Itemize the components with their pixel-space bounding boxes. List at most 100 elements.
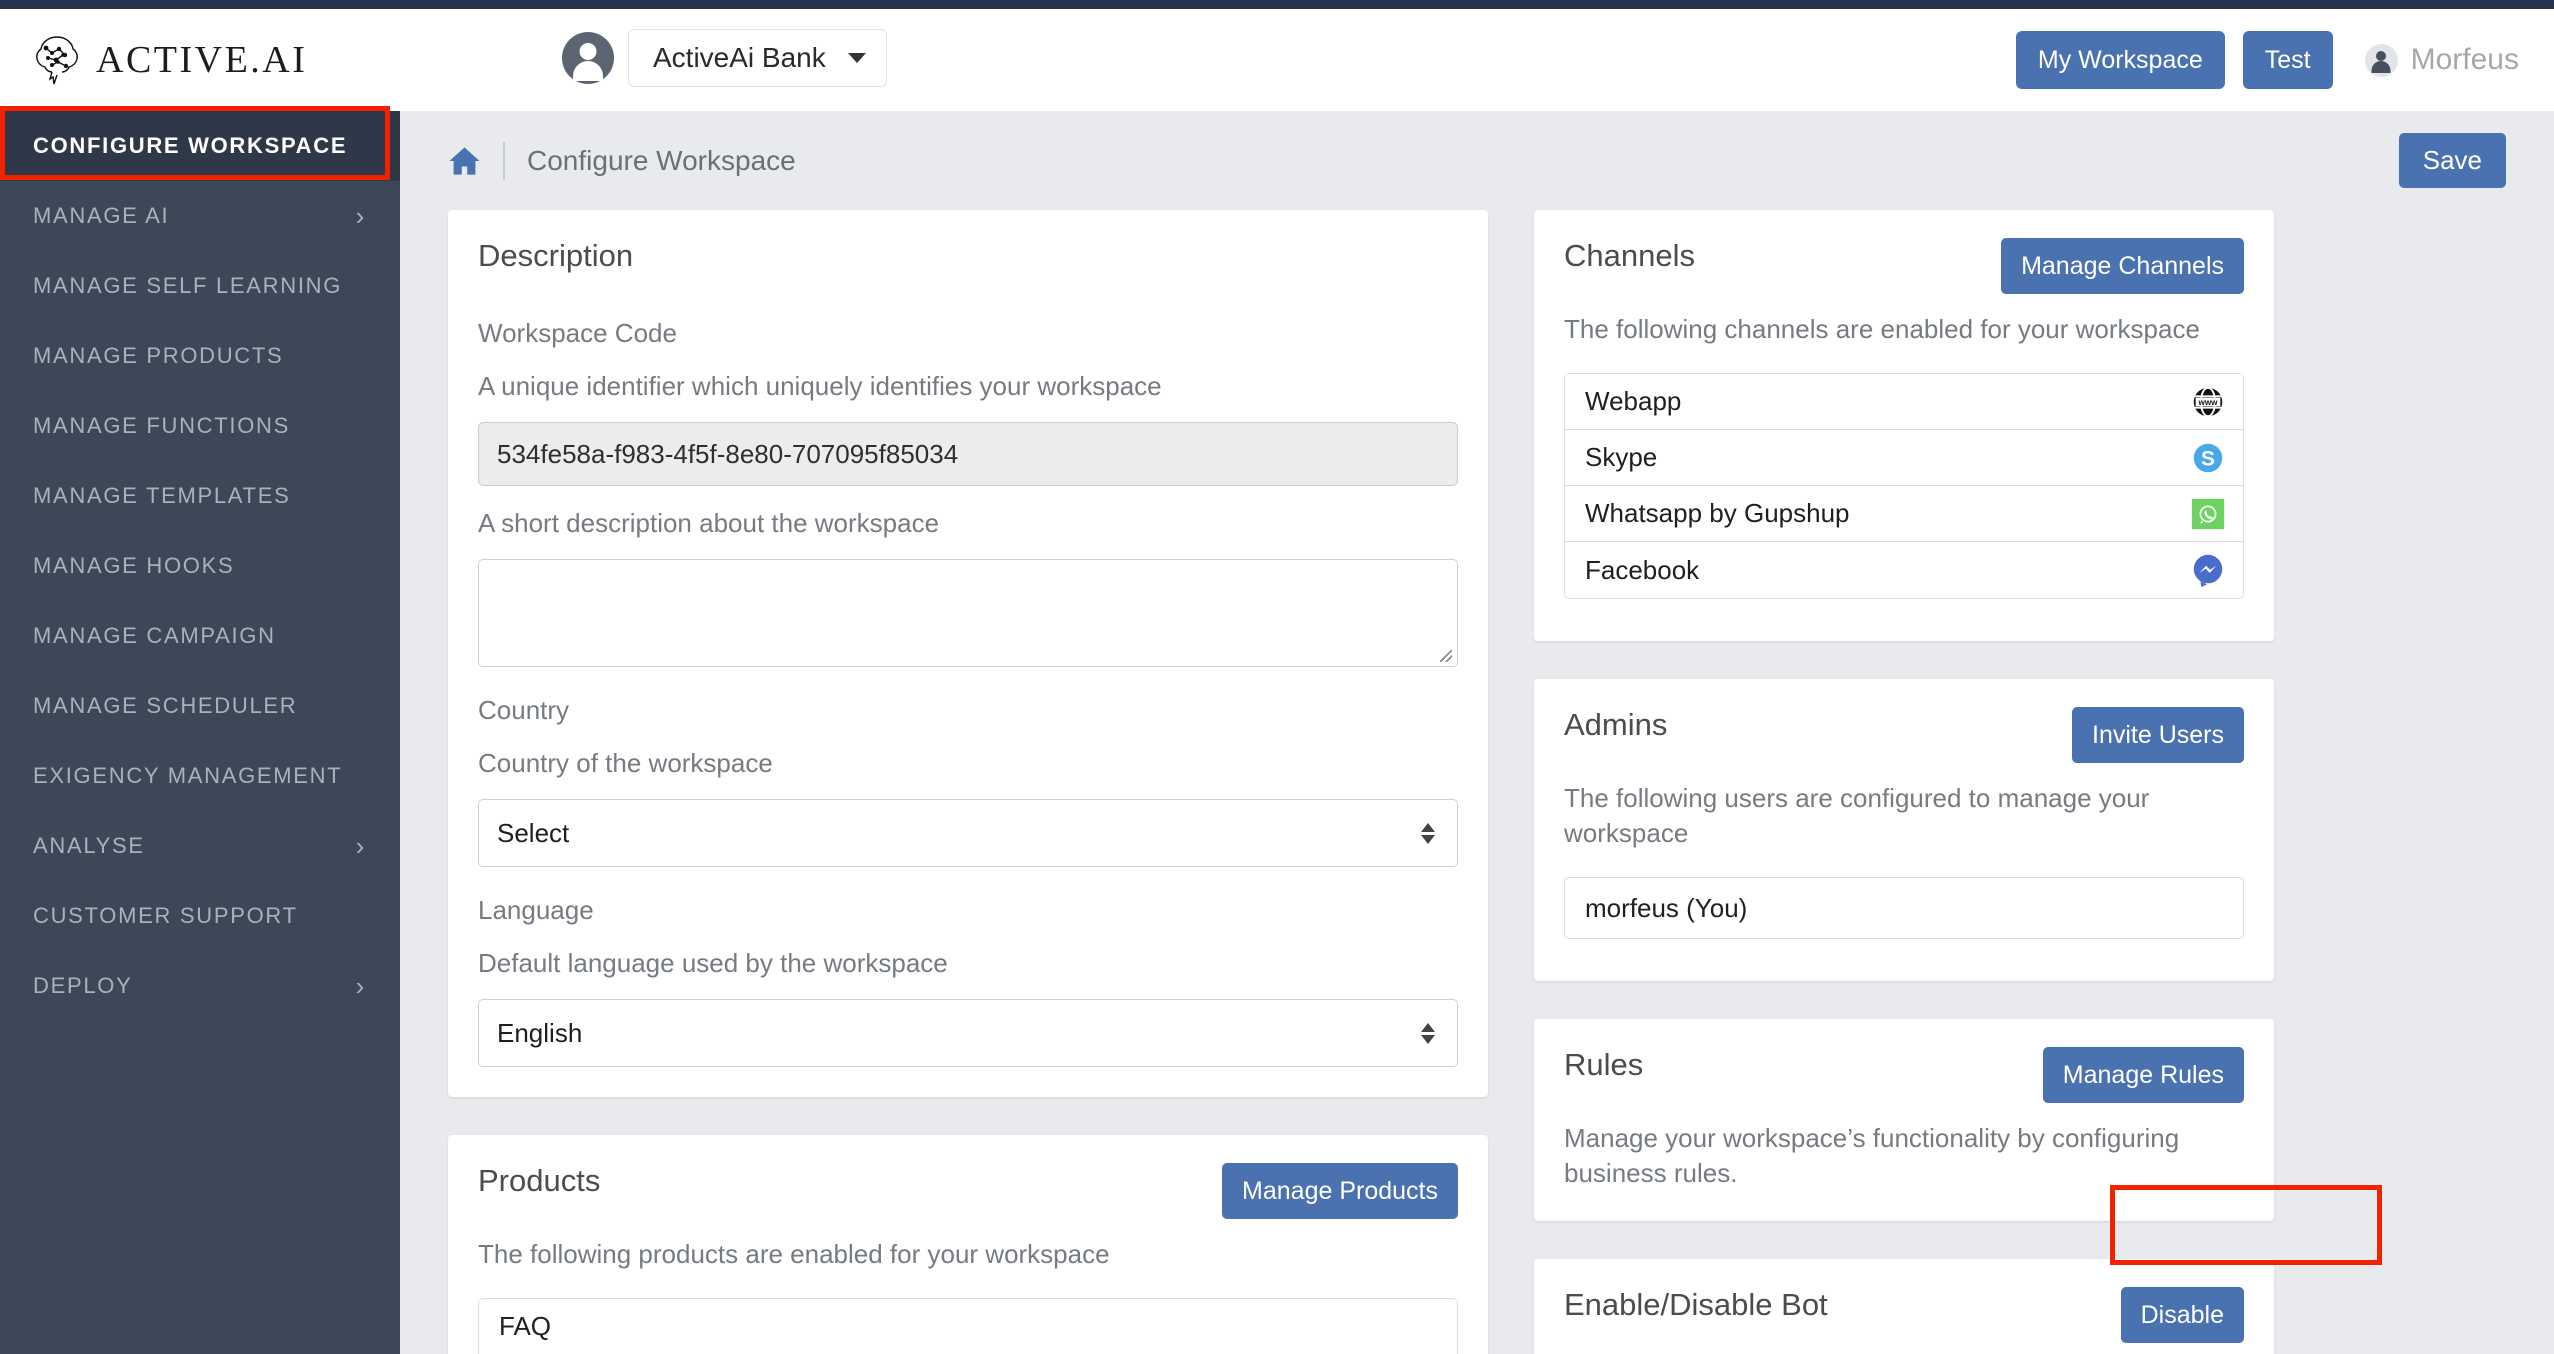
- sidebar-item-customer-support[interactable]: CUSTOMER SUPPORT: [0, 881, 400, 951]
- sidebar-item-label: MANAGE SCHEDULER: [33, 693, 298, 718]
- sidebar-item-manage-campaign[interactable]: MANAGE CAMPAIGN: [0, 601, 400, 671]
- channels-card-header: Channels Manage Channels: [1564, 238, 2244, 294]
- sidebar-item-configure-workspace[interactable]: CONFIGURE WORKSPACE: [0, 111, 400, 181]
- admins-card: Admins Invite Users The following users …: [1534, 679, 2274, 982]
- breadcrumb-separator: [503, 141, 505, 180]
- user-name-label: Morfeus: [2410, 43, 2519, 76]
- manage-rules-button[interactable]: Manage Rules: [2042, 1047, 2244, 1104]
- sidebar-item-label: MANAGE HOOKS: [33, 553, 235, 578]
- test-button[interactable]: Test: [2242, 31, 2333, 89]
- workspace-selector[interactable]: ActiveAi Bank: [562, 29, 887, 87]
- list-item[interactable]: Skype S: [1565, 430, 2243, 487]
- list-item[interactable]: FAQ: [479, 1299, 1457, 1354]
- save-button[interactable]: Save: [2398, 133, 2506, 188]
- sidebar-item-label: ANALYSE: [33, 833, 145, 858]
- country-select-value: Select: [497, 817, 570, 848]
- rules-card-subtitle: Manage your workspace’s functionality by…: [1564, 1123, 2180, 1189]
- bot-card-header: Enable/Disable Bot Disable: [1564, 1287, 2244, 1344]
- manage-products-button[interactable]: Manage Products: [1222, 1163, 1458, 1219]
- list-item[interactable]: Whatsapp by Gupshup: [1565, 486, 2243, 543]
- chevron-down-icon: [847, 53, 866, 63]
- sidebar-item-manage-self-learning[interactable]: MANAGE SELF LEARNING: [0, 251, 400, 321]
- sidebar-item-label: MANAGE AI: [33, 203, 170, 228]
- short-description-textarea[interactable]: [478, 559, 1458, 667]
- sidebar-item-manage-hooks[interactable]: MANAGE HOOKS: [0, 531, 400, 601]
- channel-label: Whatsapp by Gupshup: [1585, 498, 1850, 529]
- country-label: Country: [478, 695, 570, 725]
- admins-card-subtitle: The following users are configured to ma…: [1564, 783, 2150, 849]
- chevron-right-icon: ›: [355, 201, 366, 231]
- svg-text:www: www: [2197, 398, 2218, 407]
- whatsapp-icon: [2191, 498, 2225, 529]
- header-actions: My Workspace Test Morfeus: [2015, 31, 2519, 89]
- sidebar-item-label: CUSTOMER SUPPORT: [33, 903, 298, 928]
- spinner-arrows-icon: [1421, 1022, 1435, 1044]
- top-accent-strip: [0, 0, 2554, 9]
- bot-card-title: Enable/Disable Bot: [1564, 1287, 1828, 1323]
- svg-text:S: S: [2201, 447, 2215, 470]
- disable-bot-button[interactable]: Disable: [2120, 1287, 2244, 1344]
- list-item[interactable]: Webapp www: [1565, 374, 2243, 431]
- sidebar-item-manage-scheduler[interactable]: MANAGE SCHEDULER: [0, 671, 400, 741]
- my-workspace-button[interactable]: My Workspace: [2015, 31, 2225, 89]
- user-menu[interactable]: Morfeus: [2364, 43, 2519, 77]
- user-avatar-icon: [2364, 43, 2398, 77]
- sidebar-item-label: EXIGENCY MANAGEMENT: [33, 763, 343, 788]
- sidebar-item-label: DEPLOY: [33, 973, 133, 998]
- chevron-right-icon: ›: [355, 831, 366, 861]
- sidebar-item-label: MANAGE CAMPAIGN: [33, 623, 276, 648]
- language-select[interactable]: English: [478, 999, 1458, 1067]
- products-card-header: Products Manage Products: [478, 1163, 1458, 1219]
- channel-label: Webapp: [1585, 386, 1682, 417]
- chevron-right-icon: ›: [355, 971, 366, 1001]
- description-card-header: Description: [478, 238, 1458, 290]
- right-column: Channels Manage Channels The following c…: [1534, 210, 2274, 1354]
- language-hint: Default language used by the workspace: [478, 948, 948, 978]
- brain-logo-icon: [36, 36, 78, 85]
- rules-card-header: Rules Manage Rules: [1564, 1047, 2244, 1104]
- description-card: Description Workspace Code A unique iden…: [448, 210, 1488, 1097]
- breadcrumb-current: Configure Workspace: [527, 144, 796, 176]
- brand: ACTIVE.AI: [34, 34, 307, 86]
- breadcrumb-bar: Configure Workspace Save: [400, 111, 2554, 188]
- sidebar-item-analyse[interactable]: ANALYSE ›: [0, 811, 400, 881]
- country-select[interactable]: Select: [478, 799, 1458, 867]
- sidebar-item-manage-templates[interactable]: MANAGE TEMPLATES: [0, 461, 400, 531]
- admins-card-header: Admins Invite Users: [1564, 707, 2244, 764]
- brand-name: ACTIVE.AI: [96, 39, 308, 81]
- channels-card-subtitle: The following channels are enabled for y…: [1564, 314, 2200, 344]
- invite-users-button[interactable]: Invite Users: [2072, 707, 2244, 764]
- workspace-avatar: [562, 32, 614, 84]
- breadcrumb: Configure Workspace: [448, 141, 796, 180]
- short-description-hint: A short description about the workspace: [478, 508, 940, 538]
- workspace-code-hint: A unique identifier which uniquely ident…: [478, 371, 1162, 401]
- products-list: FAQBanking: [478, 1298, 1458, 1354]
- app-root: ACTIVE.AI ActiveAi Bank My Workspace Tes…: [0, 0, 2554, 1354]
- list-item[interactable]: Facebook: [1565, 542, 2243, 599]
- channels-card-title: Channels: [1564, 238, 1695, 273]
- manage-channels-button[interactable]: Manage Channels: [2001, 238, 2244, 294]
- sidebar-item-manage-functions[interactable]: MANAGE FUNCTIONS: [0, 391, 400, 461]
- rules-card: Rules Manage Rules Manage your workspace…: [1534, 1019, 2274, 1222]
- sidebar-item-exigency-management[interactable]: EXIGENCY MANAGEMENT: [0, 741, 400, 811]
- home-icon[interactable]: [448, 146, 481, 176]
- www-globe-icon: www: [2193, 386, 2223, 417]
- sidebar-nav: CONFIGURE WORKSPACE MANAGE AI › MANAGE SELF…: [0, 111, 400, 1354]
- workspace-dropdown-label: ActiveAi Bank: [653, 42, 826, 73]
- admin-user-row[interactable]: morfeus (You): [1564, 877, 2244, 940]
- facebook-messenger-icon: [2193, 554, 2223, 588]
- app-header: ACTIVE.AI ActiveAi Bank My Workspace Tes…: [0, 9, 2554, 111]
- sidebar-item-label: MANAGE FUNCTIONS: [33, 413, 290, 438]
- admins-card-title: Admins: [1564, 707, 1668, 743]
- products-card-title: Products: [478, 1163, 601, 1198]
- sidebar-item-manage-products[interactable]: MANAGE PRODUCTS: [0, 321, 400, 391]
- language-label: Language: [478, 895, 594, 925]
- workspace-code-input[interactable]: 534fe58a-f983-4f5f-8e80-707095f85034: [478, 422, 1458, 486]
- workspace-dropdown[interactable]: ActiveAi Bank: [628, 29, 887, 87]
- sidebar-item-label: MANAGE PRODUCTS: [33, 343, 284, 368]
- sidebar-item-manage-ai[interactable]: MANAGE AI ›: [0, 181, 400, 251]
- sidebar-item-label: MANAGE TEMPLATES: [33, 483, 291, 508]
- country-hint: Country of the workspace: [478, 748, 773, 778]
- main-content: Configure Workspace Save Description Wor…: [400, 111, 2554, 1354]
- sidebar-item-deploy[interactable]: DEPLOY ›: [0, 951, 400, 1021]
